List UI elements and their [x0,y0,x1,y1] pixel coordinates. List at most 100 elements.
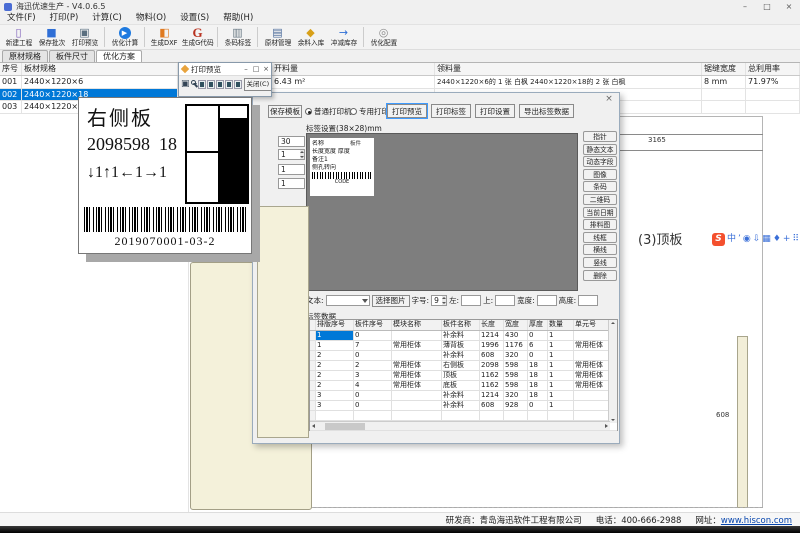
dialog-left-field-3[interactable]: 1 [278,178,305,189]
emoji-icon[interactable]: ◉ [743,233,751,246]
chinese-mode-icon[interactable]: 中 [727,233,736,246]
tool-button-3[interactable]: 图像 [583,169,617,180]
sheet-header-cell: 总利用率 [746,63,800,75]
data-cell [392,351,442,360]
dialog-button-1[interactable]: 打印标签 [431,104,471,118]
dialog-close-icon[interactable]: × [603,94,615,104]
menu-item-5[interactable]: 帮助(H) [216,13,260,24]
data-cell: 0 [354,331,392,340]
tab-0[interactable]: 原材规格 [2,50,48,62]
toolbar-optimize-calc-button[interactable]: ▶优化计算 [108,25,141,49]
dialog-button-2[interactable]: 打印设置 [475,104,515,118]
menu-item-4[interactable]: 设置(S) [173,13,216,24]
tool-button-8[interactable]: 线框 [583,232,617,243]
page-layout-icon[interactable] [198,80,206,89]
table-row[interactable]: 0012440×1220×66.43 m²2440×1220×6的 1 张 白枫… [0,76,800,89]
dialog-left-field-2[interactable]: 1 [278,164,305,175]
preview-close-button[interactable]: × [261,65,271,73]
dialog-button-3[interactable]: 导出标签数据 [519,104,574,118]
horizontal-scrollbar[interactable] [310,421,610,430]
tool-button-0[interactable]: 指针 [583,131,617,142]
data-header-cell: 宽度 [504,320,528,330]
dialog-left-field-0[interactable]: 30 [278,136,305,147]
toolbar-generate-gcode-button[interactable]: G生成G代码 [181,25,214,49]
table-row[interactable] [310,411,617,421]
toolbar-remnant-instock-button[interactable]: ◆余料入库 [294,25,327,49]
toolbar-save-batch-button[interactable]: ■保存批次 [35,25,68,49]
font-size-stepper[interactable]: 9 [431,295,447,306]
toolbar-print-preview-button[interactable]: ▣打印预览 [68,25,101,49]
skin-icon[interactable]: ♦ [773,233,781,246]
stepper-arrows-icon[interactable] [300,150,304,159]
tool-button-7[interactable]: 排料图 [583,219,617,230]
menu-item-3[interactable]: 物料(O) [129,13,173,24]
dialog-left-field-1[interactable]: 1 [278,149,305,160]
radio-normal-printer[interactable]: 普通打印机 [305,106,352,117]
table-row[interactable]: 22常用柜体右侧板2098598181常用柜体 [310,361,617,371]
preview-minimize-button[interactable]: – [241,65,251,73]
label-template[interactable]: 板件 名称长度宽度 厚度备注1侧孔转向 CODE [310,138,374,196]
tool-button-4[interactable]: 条码 [583,181,617,192]
save-template-button[interactable]: 保存模板 [268,105,302,118]
left-field[interactable] [461,295,481,306]
toolbar-barcode-label-button[interactable]: ▥条码标签 [221,25,254,49]
table-row[interactable]: 30补余料60892801 [310,401,617,411]
select-image-button[interactable]: 选择图片 [372,295,410,307]
data-cell: 3 [316,401,354,410]
width-field[interactable] [537,295,557,306]
toolbar-generate-dxf-button[interactable]: ◧生成DXF [148,25,181,49]
scrollbar-thumb[interactable] [325,423,365,430]
menu-item-0[interactable]: 文件(F) [0,13,43,24]
preview-close-dialog-button[interactable]: 关闭(C) [244,78,271,91]
menu-item-2[interactable]: 计算(C) [85,13,129,24]
minimize-button[interactable]: – [734,0,756,13]
toolbar-new-project-button[interactable]: ▯新建工程 [2,25,35,49]
stepper-arrows-icon[interactable] [442,296,446,305]
table-row[interactable]: 20补余料60832001 [310,351,617,361]
add-icon[interactable]: + [783,233,791,246]
toolbar-optimize-config-button[interactable]: ◎优化配置 [367,25,400,49]
close-button[interactable]: × [778,0,800,13]
tab-2[interactable]: 优化方案 [96,50,142,62]
tool-button-6[interactable]: 当前日期 [583,207,617,218]
tool-button-11[interactable]: 删除 [583,270,617,281]
download-icon[interactable]: ⇩ [753,233,761,246]
table-row[interactable]: 23常用柜体顶板1162598181常用柜体 [310,371,617,381]
print-icon[interactable]: ▣ [181,79,190,89]
data-cell: 0 [354,351,392,360]
tool-button-2[interactable]: 动态字段 [583,156,617,167]
keyboard-icon[interactable]: ▦ [762,233,771,246]
page-layout-icon[interactable] [225,80,233,89]
label-design-area[interactable]: 板件 名称长度宽度 厚度备注1侧孔转向 CODE [306,133,578,291]
data-cell [574,331,610,340]
page-layout-icon[interactable] [216,80,224,89]
page-layout-icon[interactable] [234,80,242,89]
toolbar-reduce-stock-button[interactable]: →冲减库存 [327,25,360,49]
top-field[interactable] [495,295,515,306]
menu-item-1[interactable]: 打印(P) [43,13,86,24]
more-icon[interactable]: ⠿ [792,233,799,246]
vertical-scrollbar[interactable] [608,320,617,423]
table-row[interactable]: 30补余料1214320181 [310,391,617,401]
table-row[interactable]: 24常用柜体底板1162598181常用柜体 [310,381,617,391]
data-cell [354,411,392,420]
page-layout-icon[interactable] [207,80,215,89]
tool-button-9[interactable]: 横线 [583,244,617,255]
tool-button-5[interactable]: 二维码 [583,194,617,205]
tool-button-1[interactable]: 静态文本 [583,144,617,155]
punctuation-icon[interactable]: ’ [738,233,741,246]
tool-button-10[interactable]: 竖线 [583,257,617,268]
sogou-logo-icon[interactable]: S [712,233,725,246]
tab-1[interactable]: 板件尺寸 [49,50,95,62]
status-developer: 研发商：青岛海迅软件工程有限公司 [446,514,582,526]
table-row[interactable]: 17常用柜体薄背板1996117661常用柜体 [310,341,617,351]
website-link[interactable]: www.hiscon.com [721,516,792,526]
height-field[interactable] [578,295,598,306]
sheet-header-cell: 序号 [0,63,22,75]
text-combobox[interactable] [326,295,370,306]
table-row[interactable]: 10补余料121443001 [310,331,617,341]
dialog-button-0[interactable]: 打印预览 [387,104,427,118]
maximize-button[interactable]: □ [756,0,778,13]
preview-maximize-button[interactable]: □ [251,65,261,73]
toolbar-material-manage-button[interactable]: ▤原材管理 [261,25,294,49]
